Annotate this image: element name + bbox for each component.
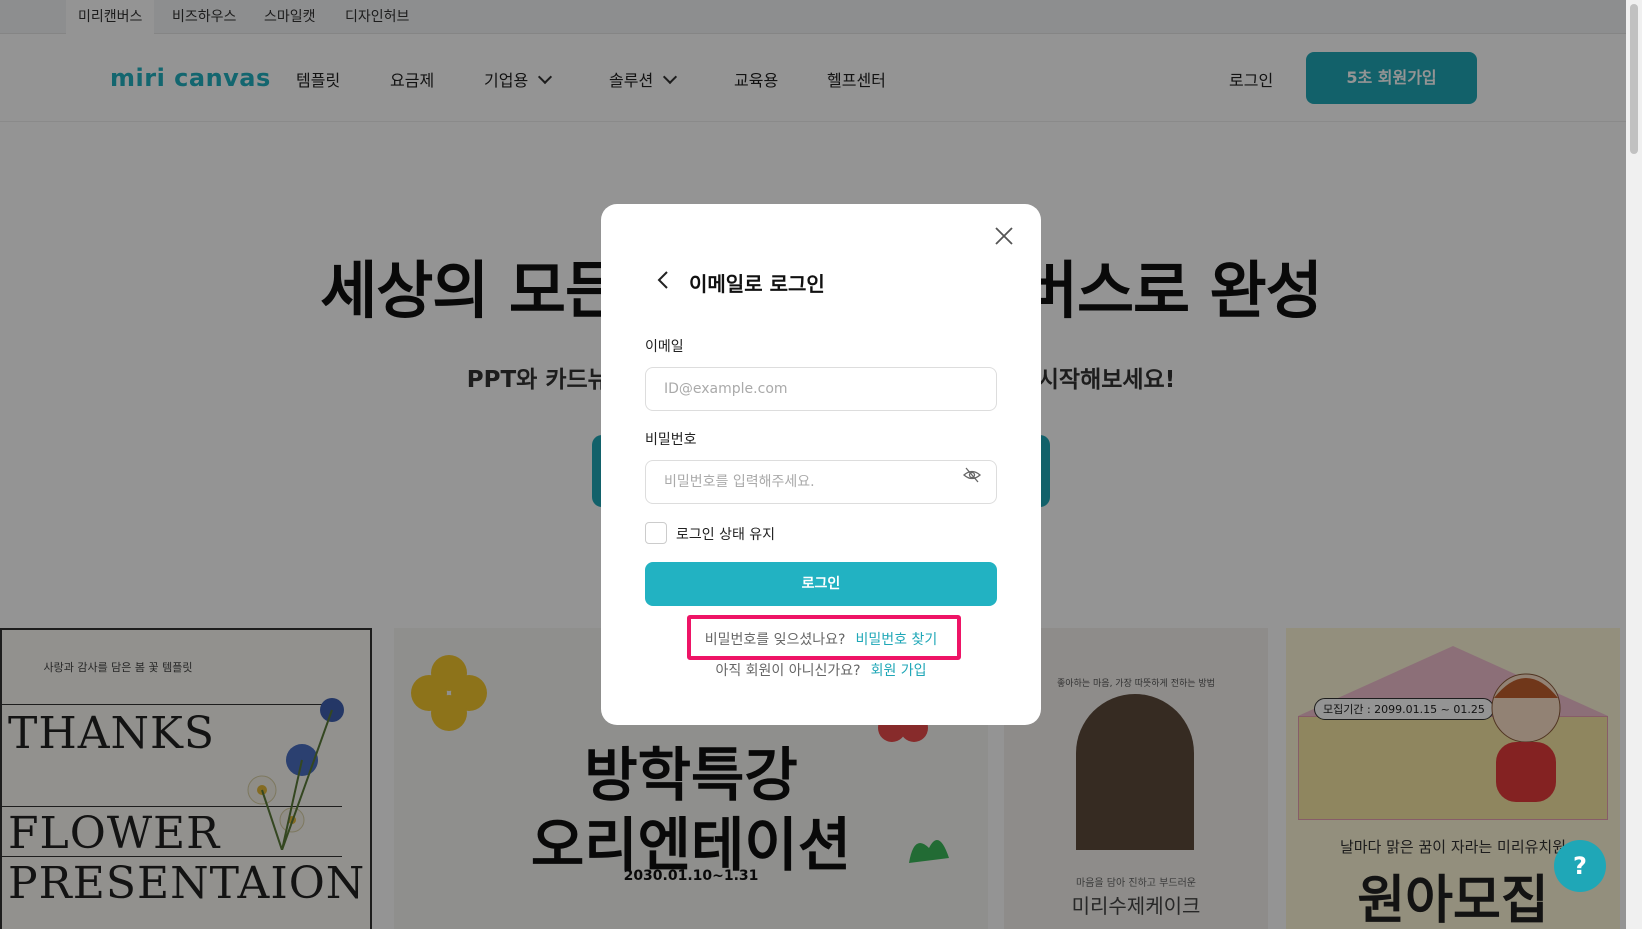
eye-off-icon[interactable]	[963, 466, 981, 484]
signup-link[interactable]: 회원 가입	[871, 663, 927, 679]
email-label: 이메일	[645, 339, 684, 355]
forgot-question: 비밀번호를 잊으셨나요?	[704, 632, 846, 648]
modal-title: 이메일로 로그인	[689, 272, 825, 296]
email-field[interactable]	[645, 367, 997, 411]
email-login-modal: 이메일로 로그인 이메일 비밀번호 로그인 상태 유지 로그인 비밀번호를 잊으…	[601, 204, 1041, 725]
keep-login-checkbox[interactable]	[645, 522, 667, 544]
scrollbar-thumb[interactable]	[1630, 4, 1638, 154]
forgot-password-row: 비밀번호를 잊으셨나요? 비밀번호 찾기	[601, 629, 1041, 649]
back-arrow-icon[interactable]	[653, 268, 673, 292]
signup-row: 아직 회원이 아니신가요? 회원 가입	[601, 660, 1041, 680]
login-button[interactable]: 로그인	[645, 562, 997, 606]
keep-login-label[interactable]: 로그인 상태 유지	[676, 524, 775, 544]
help-chat-button[interactable]: ?	[1554, 840, 1606, 892]
password-label: 비밀번호	[645, 432, 697, 448]
close-icon[interactable]	[992, 224, 1016, 248]
password-field[interactable]	[645, 460, 997, 504]
find-password-link[interactable]: 비밀번호 찾기	[855, 632, 937, 648]
page-scrollbar[interactable]	[1626, 0, 1642, 929]
signup-question: 아직 회원이 아니신가요?	[715, 663, 861, 679]
